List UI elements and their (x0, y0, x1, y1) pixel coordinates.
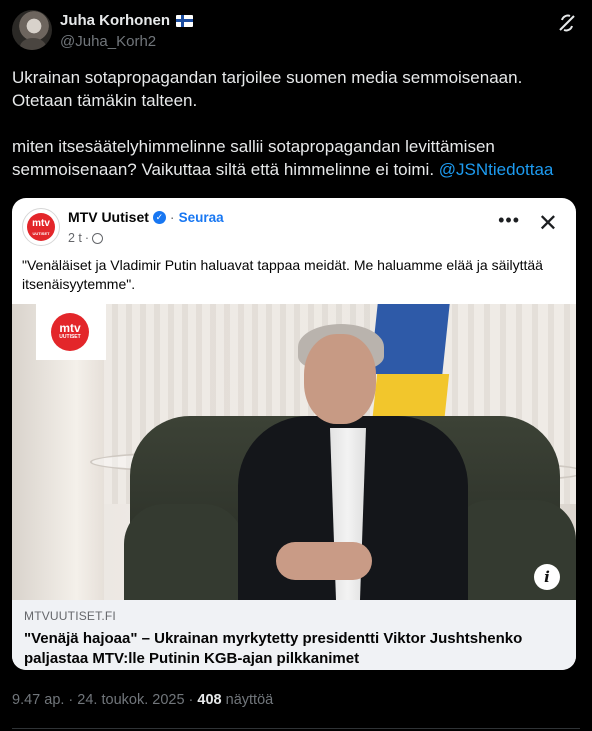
embedded-facebook-post[interactable]: mtv UUTISET MTV Uutiset ✓ · Seuraa 2 t · … (12, 198, 576, 670)
post-text: "Venäläiset ja Vladimir Putin haluavat t… (22, 257, 543, 292)
finland-flag-icon (176, 14, 194, 27)
ukraine-flag (370, 304, 450, 374)
link-title[interactable]: "Venäjä hajoaa" – Ukrainan myrkytetty pr… (24, 629, 564, 669)
user-handle[interactable]: @Juha_Korh2 (60, 33, 156, 50)
close-icon[interactable]: ✕ (538, 212, 558, 236)
tweet-timestamp[interactable]: 9.47 ap. · 24. toukok. 2025 · (12, 692, 193, 708)
link-domain: MTVUUTISET.FI (24, 609, 116, 623)
tweet-paragraph-1: Ukrainan sotapropagandan tarjoilee suome… (12, 68, 523, 110)
tweet-meta: 9.47 ap. · 24. toukok. 2025 · 408 näyttö… (12, 692, 273, 708)
tweet-text: Ukrainan sotapropagandan tarjoilee suome… (12, 66, 580, 181)
mtv-watermark-logo: mtv UUTISET (36, 304, 106, 360)
display-name[interactable]: Juha Korhonen (60, 12, 194, 29)
mtv-page-logo: mtv UUTISET (22, 208, 60, 246)
page-logo-text: mtv (32, 218, 50, 229)
page-name-text: MTV Uutiset (68, 209, 149, 225)
display-name-text[interactable]: Juha Korhonen (60, 12, 170, 29)
post-photo[interactable]: mtv UUTISET i (12, 304, 576, 600)
tweet-paragraph-2: miten itsesäätelyhimmelinne sallii sotap… (12, 135, 580, 181)
more-options-icon[interactable]: ••• (498, 211, 520, 229)
page-logo-subtext: UUTISET (32, 231, 50, 236)
mention-link[interactable]: @JSNtiedottaa (439, 160, 554, 179)
watermark-logo-subtext: UUTISET (59, 334, 81, 340)
views-label: näyttöä (225, 692, 274, 708)
avatar[interactable] (12, 10, 52, 50)
link-preview[interactable]: MTVUUTISET.FI "Venäjä hajoaa" – Ukrainan… (12, 600, 576, 670)
info-icon[interactable]: i (534, 564, 560, 590)
separator-dot: · (84, 231, 90, 245)
follow-button[interactable]: Seuraa (179, 210, 224, 225)
verified-badge-icon: ✓ (152, 210, 166, 224)
tweet-header: Juha Korhonen @Juha_Korh2 (12, 10, 580, 54)
post-time: 2 t (68, 231, 82, 245)
tweet-paragraph-2-text: miten itsesäätelyhimmelinne sallii sotap… (12, 137, 495, 179)
divider (12, 728, 580, 729)
post-meta: 2 t · (68, 231, 104, 245)
grok-icon[interactable] (556, 12, 578, 34)
globe-icon (92, 232, 104, 244)
watermark-logo-text: mtv (59, 321, 81, 335)
separator-dot: · (169, 209, 175, 225)
views-count: 408 (197, 692, 222, 708)
page-name: MTV Uutiset ✓ · Seuraa (68, 209, 224, 225)
